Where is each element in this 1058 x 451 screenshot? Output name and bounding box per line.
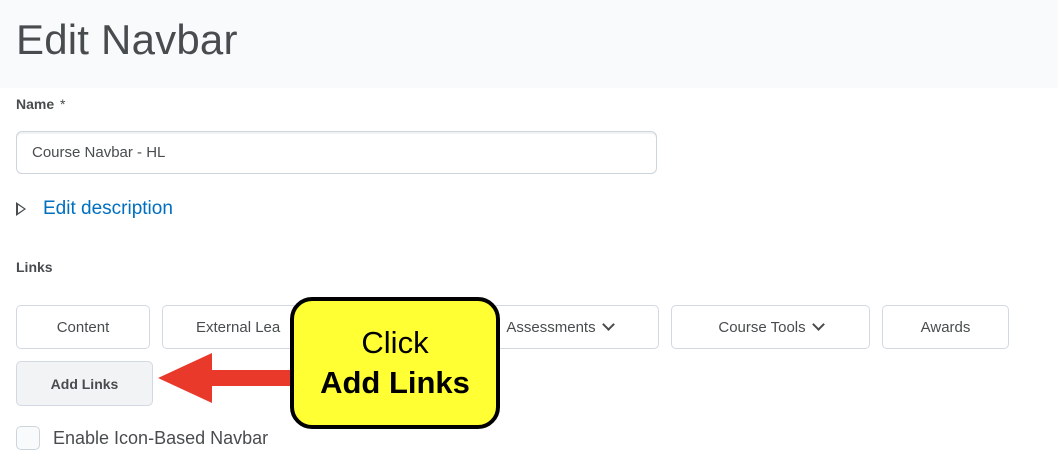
chevron-down-icon	[601, 318, 615, 331]
triangle-right-icon	[16, 202, 26, 216]
link-awards-label: Awards	[920, 318, 971, 336]
link-course-tools-label: Course Tools	[718, 318, 806, 336]
icon-navbar-label: Enable Icon-Based Navbar	[53, 428, 269, 448]
edit-description-toggle[interactable]: Edit description	[16, 198, 173, 220]
icon-navbar-checkbox[interactable]	[16, 426, 40, 450]
callout-line1: Click	[361, 325, 429, 360]
link-external-learning-label: External Lea	[196, 318, 281, 336]
link-content-label: Content	[56, 318, 110, 336]
link-assessments-label: Assessments	[506, 318, 596, 336]
link-content[interactable]: Content	[16, 305, 150, 349]
add-links-button[interactable]: Add Links	[16, 361, 153, 406]
callout-arrow-icon	[158, 353, 292, 403]
name-label: Name *	[16, 96, 65, 112]
page-title: Edit Navbar	[16, 16, 238, 63]
edit-description-link[interactable]: Edit description	[43, 198, 173, 220]
callout-box: Click Add Links	[290, 297, 500, 429]
link-course-tools[interactable]: Course Tools	[671, 305, 870, 349]
chevron-down-icon	[811, 318, 825, 331]
link-awards[interactable]: Awards	[882, 305, 1009, 349]
required-mark: *	[60, 96, 66, 112]
name-label-text: Name	[16, 96, 55, 112]
links-label: Links	[16, 259, 53, 275]
name-input[interactable]	[16, 131, 657, 174]
callout-line2: Add Links	[320, 365, 470, 400]
